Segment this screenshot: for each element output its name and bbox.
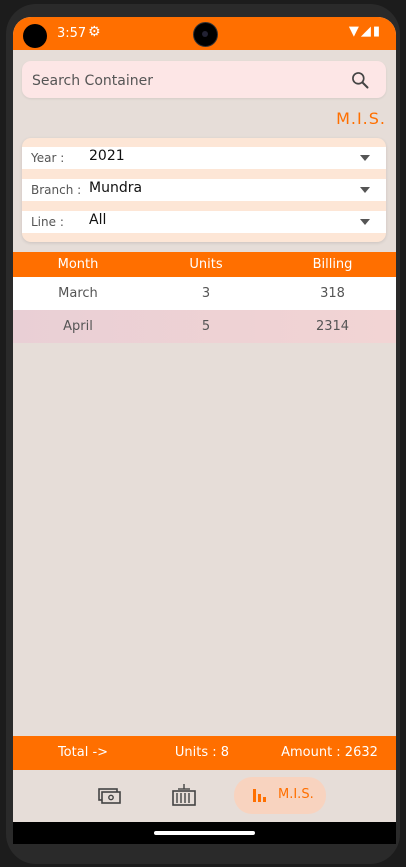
bottom-navigation: M.I.S. — [13, 770, 396, 822]
nav-container[interactable] — [168, 777, 200, 814]
nav-mis-label: M.I.S. — [278, 787, 314, 802]
search-icon[interactable] — [350, 70, 370, 90]
page-title: M.I.S. — [336, 109, 386, 128]
signal-icon: ◢ — [360, 24, 373, 39]
nav-mis[interactable]: M.I.S. — [234, 777, 326, 814]
table-row[interactable]: April 5 2314 — [13, 310, 396, 343]
front-camera-center — [193, 22, 218, 47]
cell-month: March — [58, 286, 98, 301]
line-label: Line : — [31, 215, 64, 229]
container-icon — [172, 784, 196, 806]
line-dropdown-arrow-icon — [360, 219, 370, 225]
system-icons: ▼◢▮ — [349, 24, 382, 39]
front-camera-left — [23, 24, 47, 48]
line-value: All — [89, 212, 107, 228]
column-header-billing: Billing — [312, 257, 353, 272]
gesture-bar — [13, 822, 396, 844]
search-input[interactable] — [22, 61, 354, 100]
settings-gear-icon: ⚙ — [88, 24, 101, 40]
status-time: 3:57 — [57, 26, 87, 41]
cell-units: 3 — [201, 286, 211, 301]
app-screen: 3:57 ⚙ ▼◢▮ M.I.S. Year : 2021 Branch : M… — [13, 17, 396, 844]
year-dropdown[interactable]: Year : 2021 — [22, 147, 386, 169]
year-dropdown-arrow-icon — [360, 155, 370, 161]
cell-billing: 2314 — [315, 319, 350, 334]
cell-billing: 318 — [320, 286, 345, 301]
mis-table: Month Units Billing March 3 318 April 5 … — [13, 252, 396, 343]
table-header: Month Units Billing — [13, 252, 396, 277]
home-indicator[interactable] — [154, 831, 255, 835]
line-dropdown[interactable]: Line : All — [22, 211, 386, 233]
year-value: 2021 — [89, 148, 125, 164]
branch-dropdown-arrow-icon — [360, 187, 370, 193]
totals-units: Units : 8 — [174, 745, 230, 760]
status-bar: 3:57 ⚙ ▼◢▮ — [13, 17, 396, 50]
year-label: Year : — [31, 151, 65, 165]
bar-chart-icon — [253, 789, 266, 802]
battery-icon: ▮ — [372, 24, 382, 39]
billing-icon — [98, 788, 121, 804]
column-header-month: Month — [57, 257, 99, 272]
cell-units: 5 — [201, 319, 211, 334]
branch-value: Mundra — [89, 180, 143, 196]
branch-dropdown[interactable]: Branch : Mundra — [22, 179, 386, 201]
cell-month: April — [63, 319, 93, 334]
filter-card: Year : 2021 Branch : Mundra Line : All — [22, 138, 386, 242]
column-header-units: Units — [189, 257, 223, 272]
branch-label: Branch : — [31, 183, 82, 197]
totals-bar: Total -> Units : 8 Amount : 2632 — [13, 736, 396, 770]
totals-label: Total -> — [57, 745, 109, 760]
search-bar — [22, 61, 386, 100]
wifi-icon: ▼ — [348, 24, 361, 39]
table-row[interactable]: March 3 318 — [13, 277, 396, 310]
totals-amount: Amount : 2632 — [281, 745, 378, 760]
nav-billing[interactable] — [93, 777, 125, 814]
